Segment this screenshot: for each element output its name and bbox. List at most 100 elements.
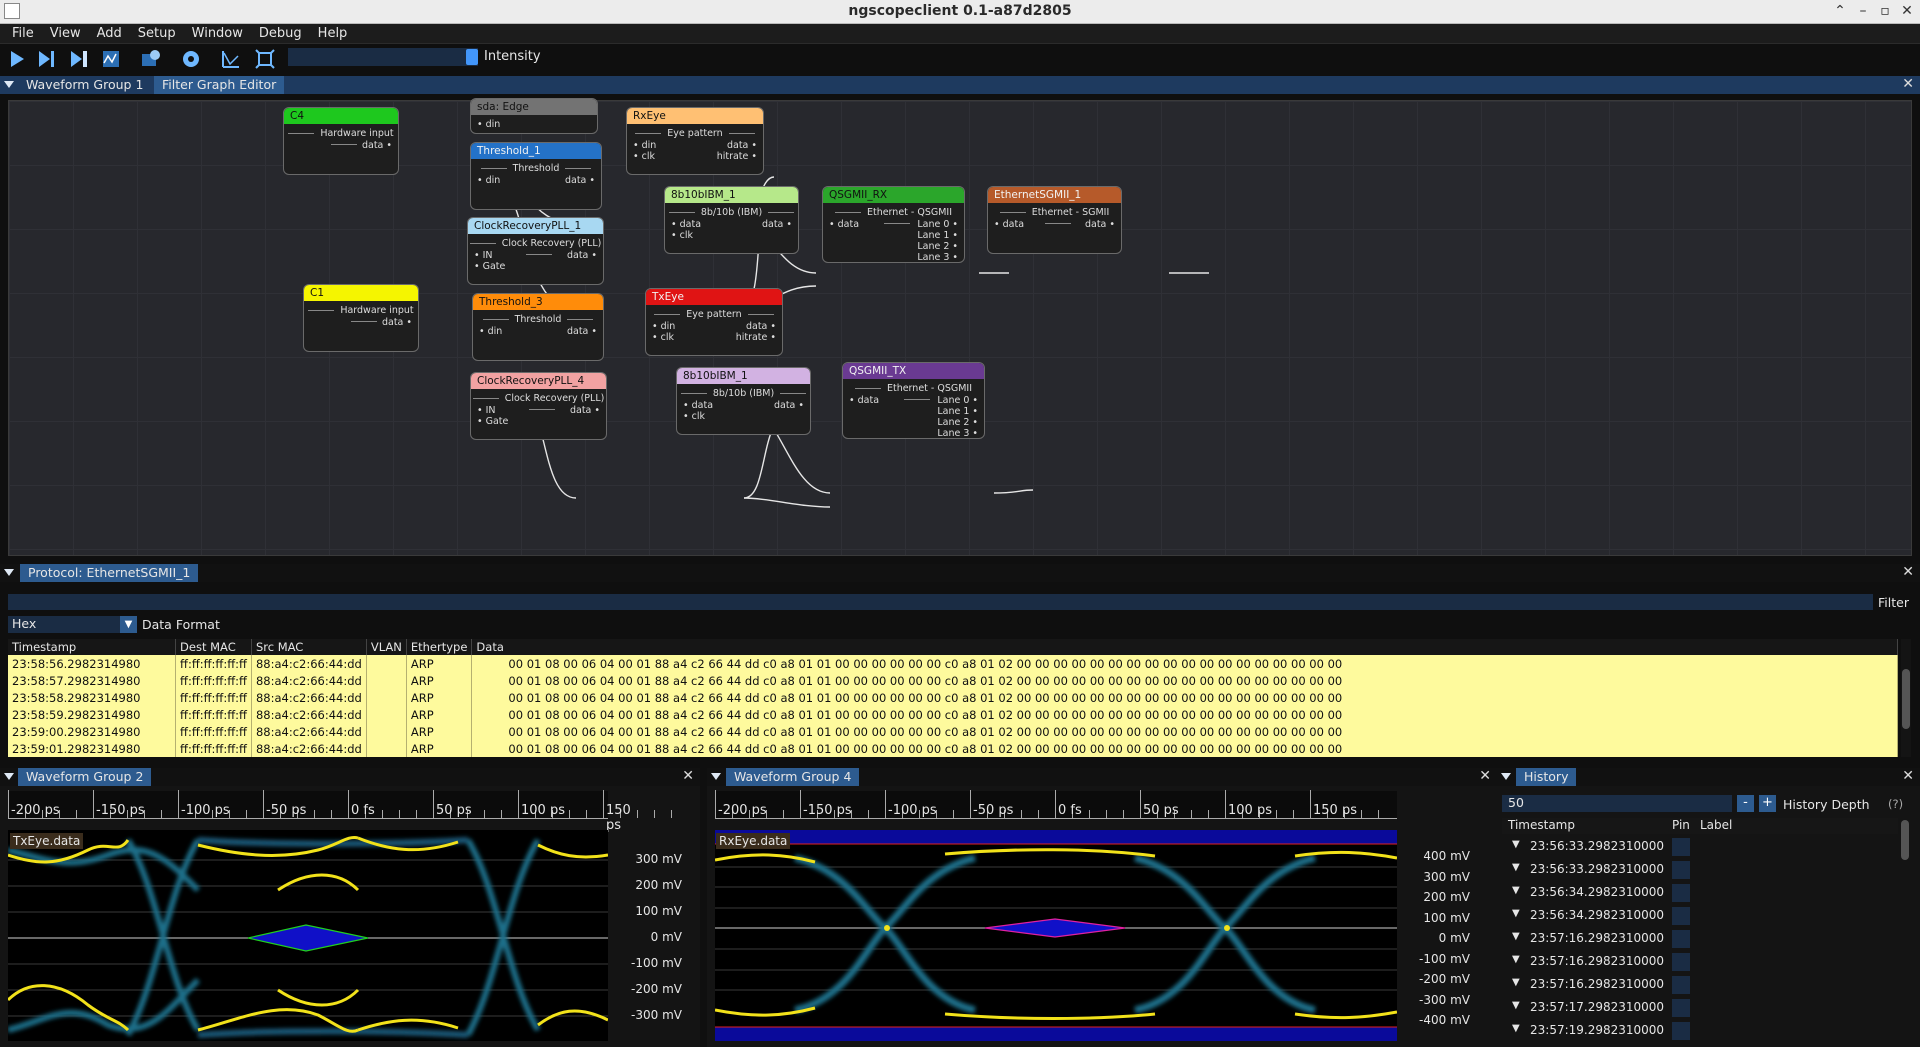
history-row[interactable]: ▼ 23:57:16.2982310000 <box>1502 974 1898 996</box>
graph-node-input-pin[interactable]: clk <box>671 230 693 241</box>
wg4-scrollbar[interactable] <box>1482 790 1488 1045</box>
menu-window[interactable]: Window <box>180 24 243 41</box>
table-row[interactable]: 23:58:57.2982314980 ff:ff:ff:ff:ff:ff 88:a… <box>8 672 1898 689</box>
graph-node-output-pin[interactable]: Lane 0 <box>917 219 958 230</box>
graph-node-output-pin[interactable]: hitrate <box>736 332 776 343</box>
history-depth-input[interactable]: 50 <box>1502 795 1732 812</box>
history-depth-increase-button[interactable]: + <box>1759 795 1776 812</box>
history-pin-checkbox[interactable] <box>1672 999 1690 1017</box>
col-vlan[interactable]: VLAN <box>366 639 407 655</box>
menu-help[interactable]: Help <box>306 24 348 41</box>
graph-node-b10b[interactable]: 8b10bIBM_18b/10b (IBM)dataclkdata <box>676 367 811 435</box>
graph-node-input-pin[interactable]: data <box>683 400 713 411</box>
expand-icon[interactable]: ▼ <box>1512 977 1520 988</box>
tab-history[interactable]: History <box>1516 768 1577 786</box>
graph-node-output-pin[interactable]: data <box>727 140 757 151</box>
graph-node-output-pin[interactable]: data <box>567 250 597 261</box>
history-row[interactable]: ▼ 23:57:19.2982310000 <box>1502 1020 1898 1042</box>
graph-node-input-pin[interactable]: data <box>671 219 701 230</box>
graph-node-output-pin[interactable]: data <box>567 326 597 337</box>
history-pin-checkbox[interactable] <box>1672 838 1690 856</box>
protocol-filter-input[interactable] <box>8 594 1873 610</box>
graph-node-sda[interactable]: sda: Edge din <box>470 98 598 134</box>
col-pin[interactable]: Pin <box>1670 818 1698 834</box>
graph-node-input-pin[interactable]: clk <box>652 332 674 343</box>
history-depth-decrease-button[interactable]: - <box>1737 795 1754 812</box>
col-ethertype[interactable]: Ethertype <box>406 639 473 655</box>
graph-node-crp4[interactable]: ClockRecoveryPLL_4Clock Recovery (PLL)IN… <box>470 372 607 440</box>
menu-file[interactable]: File <box>0 24 34 41</box>
col-src-mac[interactable]: Src MAC <box>251 639 367 655</box>
graph-node-input-pin[interactable]: data <box>849 395 879 406</box>
graph-node-output-pin[interactable]: data <box>746 321 776 332</box>
history-pin-checkbox[interactable] <box>1672 930 1690 948</box>
expand-icon[interactable]: ▼ <box>1512 839 1520 850</box>
graph-node-output-pin[interactable]: hitrate <box>717 151 757 162</box>
table-row[interactable]: 23:59:00.2982314980 ff:ff:ff:ff:ff:ff 88:a… <box>8 723 1898 740</box>
history-row[interactable]: ▼ 23:57:16.2982310000 <box>1502 951 1898 973</box>
graph-node-input-pin[interactable]: din <box>477 175 501 186</box>
graph-node-output-pin[interactable]: Lane 3 <box>937 428 978 438</box>
graph-node-c4[interactable]: C4 Hardware input data <box>283 107 399 175</box>
collapse-icon[interactable] <box>4 773 14 780</box>
tab-filter-graph-editor[interactable]: Filter Graph Editor <box>154 76 285 94</box>
graph-node-input-pin[interactable]: Gate <box>477 416 509 427</box>
graph-node-input-pin[interactable]: clk <box>683 411 705 422</box>
graph-node-input-pin[interactable]: clk <box>633 151 655 162</box>
close-icon[interactable]: ✕ <box>1902 76 1914 92</box>
history-row[interactable]: ▼ 23:57:16.2982310000 <box>1502 928 1898 950</box>
graph-node-input-pin[interactable]: din <box>652 321 676 332</box>
graph-node-output-pin[interactable]: data <box>774 400 804 411</box>
history-scrollbar[interactable] <box>1900 818 1910 1047</box>
col-label[interactable]: Label <box>1698 818 1898 834</box>
history-row[interactable]: ▼ 23:57:17.2982310000 <box>1502 997 1898 1019</box>
chevron-down-icon[interactable]: ▼ <box>120 616 137 633</box>
graph-node-output-pin[interactable]: Lane 3 <box>917 252 958 262</box>
window-maximize-icon[interactable]: ▫ <box>1875 1 1895 21</box>
play-single-icon[interactable] <box>68 48 90 70</box>
wg2-time-ruler[interactable]: -200 ps -150 ps -100 ps -50 ps 0 fs 50 ps 100 … <box>8 790 672 833</box>
graph-node-input-pin[interactable]: IN <box>474 250 493 261</box>
window-shade-icon[interactable]: ⌃ <box>1830 1 1850 21</box>
graph-node-output-pin[interactable]: data <box>1085 219 1115 230</box>
history-row[interactable]: ▼ 23:56:33.2982310000 <box>1502 859 1898 881</box>
tab-waveform-group-2[interactable]: Waveform Group 2 <box>18 768 152 786</box>
col-dest-mac[interactable]: Dest MAC <box>175 639 252 655</box>
data-format-select[interactable]: Hex <box>8 616 137 633</box>
graph-node-b10a[interactable]: 8b10bIBM_18b/10b (IBM)dataclkdata <box>664 186 799 254</box>
collapse-icon[interactable] <box>4 569 14 576</box>
graph-node-qtx[interactable]: QSGMII_TXEthernet - QSGMIIdataLane 0Lane… <box>842 362 985 439</box>
stop-icon[interactable] <box>100 48 122 70</box>
wg2-eye-plot[interactable] <box>6 830 609 1041</box>
history-pin-checkbox[interactable] <box>1672 884 1690 902</box>
measure-icon[interactable] <box>220 48 242 70</box>
menu-setup[interactable]: Setup <box>126 24 176 41</box>
close-icon[interactable]: ✕ <box>682 768 694 784</box>
wg4-eye-plot[interactable] <box>714 830 1398 1041</box>
graph-node-input-pin[interactable]: data <box>994 219 1024 230</box>
graph-node-crp1[interactable]: ClockRecoveryPLL_1Clock Recovery (PLL)IN… <box>467 217 604 285</box>
tab-waveform-group-4[interactable]: Waveform Group 4 <box>726 768 860 786</box>
help-icon[interactable]: (?) <box>1888 797 1903 811</box>
menu-debug[interactable]: Debug <box>247 24 302 41</box>
play-icon[interactable] <box>6 48 28 70</box>
history-pin-checkbox[interactable] <box>1672 907 1690 925</box>
wg2-channel-label[interactable]: TxEye.data <box>10 833 84 849</box>
intensity-slider[interactable] <box>288 48 478 66</box>
menu-view[interactable]: View <box>38 24 81 41</box>
settings-icon[interactable] <box>180 48 202 70</box>
expand-icon[interactable]: ▼ <box>1512 885 1520 896</box>
intensity-slider-handle[interactable] <box>466 49 478 65</box>
expand-icon[interactable]: ▼ <box>1512 954 1520 965</box>
wg4-time-ruler[interactable]: -200 ps -150 ps -100 ps -50 ps 0 fs 50 ps 100 … <box>715 790 1397 819</box>
collapse-icon[interactable] <box>1501 773 1511 780</box>
expand-icon[interactable]: ▼ <box>1512 1000 1520 1011</box>
window-minimize-icon[interactable]: – <box>1853 1 1873 21</box>
graph-node-txeye[interactable]: TxEye Eye patterndinclk datahitrate <box>645 288 783 356</box>
close-icon[interactable]: ✕ <box>1479 768 1491 784</box>
play-once-icon[interactable] <box>36 48 58 70</box>
history-pin-checkbox[interactable] <box>1672 976 1690 994</box>
history-pin-checkbox[interactable] <box>1672 953 1690 971</box>
wg2-scrollbar[interactable] <box>693 790 699 1045</box>
expand-icon[interactable]: ▼ <box>1512 862 1520 873</box>
